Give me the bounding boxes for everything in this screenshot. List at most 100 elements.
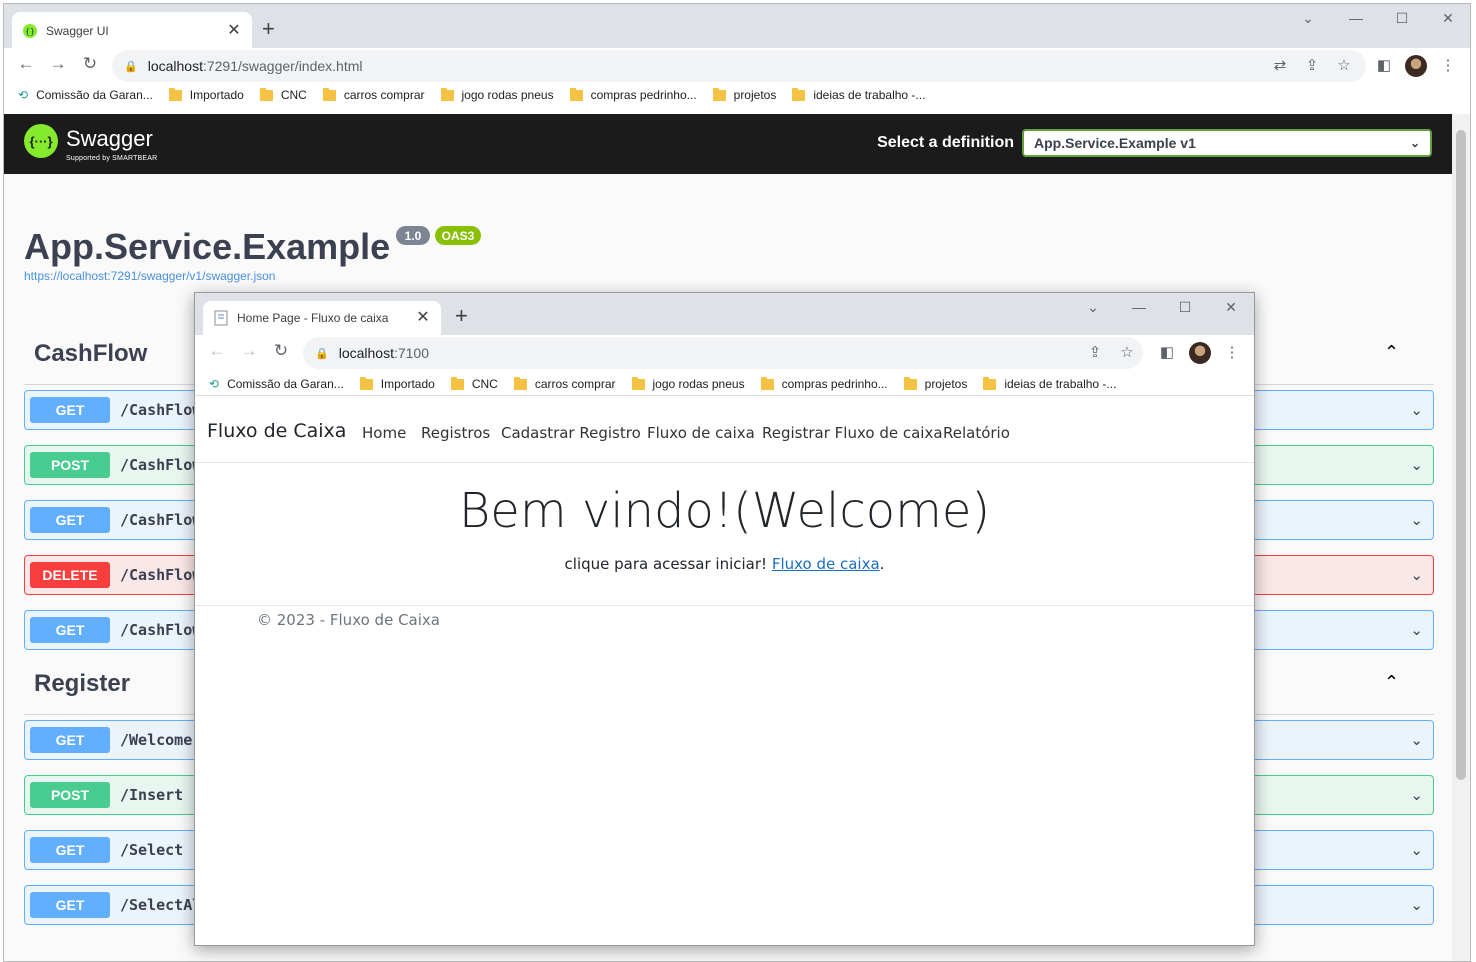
folder-icon <box>983 376 997 390</box>
scrollbar[interactable] <box>1452 114 1470 961</box>
side-panel-icon[interactable]: ◧ <box>1374 56 1394 74</box>
bookmark-item[interactable]: compras pedrinho... <box>760 376 888 391</box>
oas-badge: OAS3 <box>435 226 481 245</box>
definition-select[interactable]: App.Service.Example v1 ⌄ <box>1022 129 1432 157</box>
profile-avatar[interactable] <box>1405 55 1427 77</box>
welcome-paragraph: clique para acessar iniciar! Fluxo de ca… <box>195 555 1254 573</box>
bookmark-label: Comissão da Garan... <box>36 88 153 102</box>
menu-icon[interactable]: ⋮ <box>1438 56 1458 74</box>
share-icon[interactable]: ⇪ <box>1085 343 1105 361</box>
tab-search-icon[interactable]: ⌄ <box>1296 10 1320 27</box>
back-icon[interactable]: ← <box>207 341 227 361</box>
chevron-up-icon[interactable]: ⌃ <box>1384 342 1399 363</box>
nav-link[interactable]: Cadastrar Registro <box>501 424 641 442</box>
maximize-icon[interactable]: ☐ <box>1173 299 1197 316</box>
operation-path: /Insert <box>120 786 184 804</box>
swagger-favicon-icon: {} <box>22 23 38 39</box>
tab-swagger[interactable]: {} Swagger UI ✕ <box>12 12 252 50</box>
folder-icon <box>513 376 527 390</box>
tab-search-icon[interactable]: ⌄ <box>1081 299 1105 316</box>
close-tab-icon[interactable]: ✕ <box>415 310 431 326</box>
url-path: :7291/swagger/index.html <box>202 58 363 74</box>
chevron-up-icon[interactable]: ⌃ <box>1384 672 1399 693</box>
bookmark-item[interactable]: CNC <box>450 376 498 391</box>
lock-icon: 🔒 <box>124 60 138 73</box>
maximize-icon[interactable]: ☐ <box>1390 10 1414 27</box>
fluxo-link[interactable]: Fluxo de caixa <box>772 555 880 573</box>
operation-path: /Select <box>120 841 184 859</box>
minimize-icon[interactable]: — <box>1127 299 1151 315</box>
bookmark-label: compras pedrinho... <box>781 377 888 391</box>
bookmark-item[interactable]: Importado <box>359 376 435 391</box>
nav-link[interactable]: Registros <box>421 424 490 442</box>
bookmark-item[interactable]: jogo rodas pneus <box>631 376 745 391</box>
back-icon[interactable]: ← <box>16 54 36 74</box>
bookmark-item[interactable]: Importado <box>168 87 244 102</box>
bookmark-item[interactable]: compras pedrinho... <box>569 87 697 102</box>
star-icon[interactable]: ☆ <box>1334 56 1354 74</box>
minimize-icon[interactable]: — <box>1344 10 1368 26</box>
nav-link[interactable]: Home <box>362 424 406 442</box>
welcome-heading: Bem vindo!(Welcome) <box>458 483 991 539</box>
bookmark-item[interactable]: projetos <box>712 87 776 102</box>
forward-icon[interactable]: → <box>48 54 68 74</box>
address-bar[interactable]: 🔒 localhost:7291/swagger/index.html <box>112 50 1366 82</box>
swagger-json-link[interactable]: https://localhost:7291/swagger/v1/swagge… <box>24 269 275 283</box>
bookmark-item[interactable]: jogo rodas pneus <box>440 87 554 102</box>
tab-title: Swagger UI <box>46 24 109 38</box>
bookmark-item[interactable]: projetos <box>903 376 967 391</box>
method-badge: DELETE <box>30 562 110 588</box>
bookmark-item[interactable]: carros comprar <box>322 87 425 102</box>
bookmarks-bar: ⟲ Comissão da Garan... Importado CNC carros … <box>195 373 1254 396</box>
close-window-icon[interactable]: ✕ <box>1436 10 1460 27</box>
side-panel-icon[interactable]: ◧ <box>1157 343 1177 361</box>
reload-icon[interactable]: ↻ <box>80 54 100 74</box>
forward-icon[interactable]: → <box>239 341 259 361</box>
nav-link[interactable]: Registrar Fluxo de caixa <box>762 424 943 442</box>
method-badge: GET <box>30 837 110 863</box>
translate-icon[interactable]: ⇄ <box>1270 56 1290 74</box>
section-title-cashflow[interactable]: CashFlow <box>34 340 147 368</box>
folder-icon <box>760 376 774 390</box>
operation-path: /SelectAl <box>120 896 202 914</box>
section-title-register[interactable]: Register <box>34 670 130 698</box>
swagger-logo-subtitle: Supported by SMARTBEAR <box>66 155 158 162</box>
bookmark-label: Comissão da Garan... <box>227 377 344 391</box>
chevron-down-icon: ⌄ <box>1410 897 1423 914</box>
tab-fluxo[interactable]: Home Page - Fluxo de caixa ✕ <box>203 301 441 335</box>
bookmark-item[interactable]: ⟲ Comissão da Garan... <box>209 377 344 391</box>
folder-icon <box>569 87 583 101</box>
bookmark-label: compras pedrinho... <box>590 88 697 102</box>
bookmark-item[interactable]: carros comprar <box>513 376 616 391</box>
nav-link[interactable]: Fluxo de caixa <box>647 424 755 442</box>
bookmark-item[interactable]: ideias de trabalho -... <box>983 376 1116 391</box>
site-brand[interactable]: Fluxo de Caixa <box>207 420 346 442</box>
bookmark-item[interactable]: ideias de trabalho -... <box>792 87 925 102</box>
profile-avatar[interactable] <box>1189 342 1211 364</box>
close-tab-icon[interactable]: ✕ <box>226 23 242 39</box>
operation-path: /Welcome <box>120 731 193 749</box>
bookmark-item[interactable]: ⟲ Comissão da Garan... <box>18 88 153 102</box>
new-tab-icon[interactable]: + <box>262 18 275 40</box>
operation-path: /CashFlow <box>120 456 202 474</box>
scrollbar-thumb[interactable] <box>1456 130 1466 780</box>
address-bar[interactable]: 🔒 localhost:7100 <box>303 337 1143 369</box>
api-title: App.Service.Example <box>24 226 391 267</box>
bookmark-item[interactable]: CNC <box>259 87 307 102</box>
fluxo-browser-window: Home Page - Fluxo de caixa ✕ + ⌄ — ☐ ✕ ←… <box>194 292 1255 946</box>
method-badge: POST <box>30 782 110 808</box>
star-icon[interactable]: ☆ <box>1117 343 1137 361</box>
folder-icon <box>903 376 917 390</box>
close-window-icon[interactable]: ✕ <box>1219 299 1243 316</box>
share-icon[interactable]: ⇪ <box>1302 56 1322 74</box>
menu-icon[interactable]: ⋮ <box>1222 343 1242 361</box>
method-badge: GET <box>30 617 110 643</box>
swagger-topbar: {···} Swagger Supported by SMARTBEAR Sel… <box>4 114 1454 174</box>
new-tab-icon[interactable]: + <box>455 305 468 327</box>
chevron-down-icon: ⌄ <box>1410 402 1423 419</box>
welcome-text: clique para acessar iniciar! <box>564 555 772 573</box>
bookmark-label: carros comprar <box>343 88 425 102</box>
reload-icon[interactable]: ↻ <box>271 341 291 361</box>
version-badge: 1.0 <box>396 226 430 245</box>
nav-link[interactable]: Relatório <box>943 424 1010 442</box>
